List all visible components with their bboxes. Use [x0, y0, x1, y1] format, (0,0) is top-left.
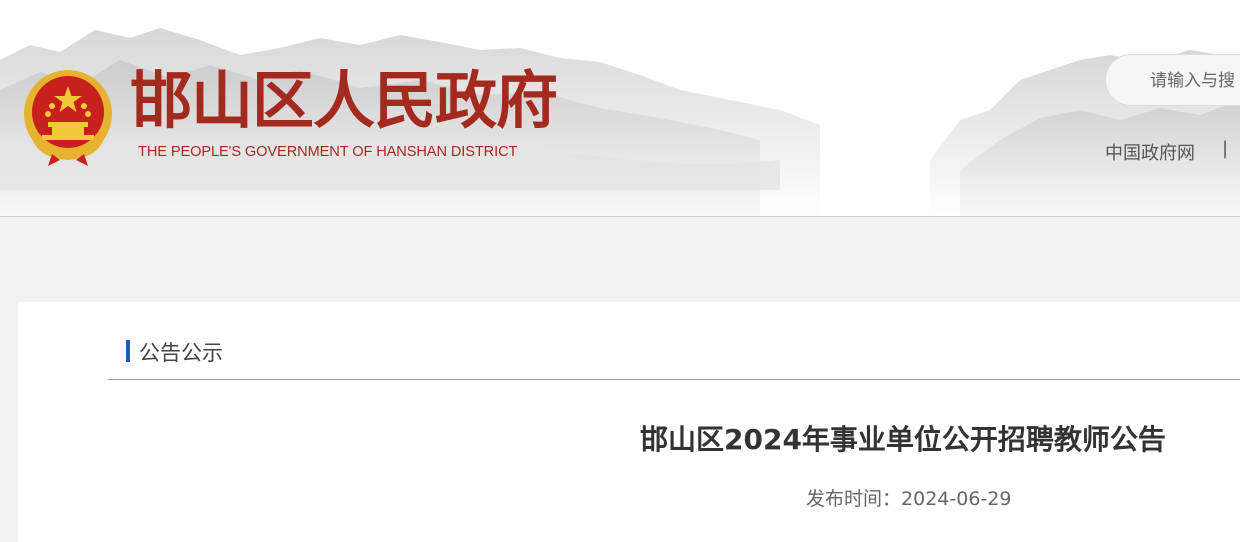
section-divider [108, 379, 1240, 380]
publish-info: 发布时间：2024-06-29 [806, 484, 1011, 511]
section-title[interactable]: 公告公示 [139, 337, 223, 367]
search-input[interactable] [1150, 68, 1240, 94]
link-separator: | [1222, 138, 1229, 159]
site-title: 邯山区人民政府 [130, 64, 558, 137]
header-divider [0, 216, 1240, 217]
gov-portal-link[interactable]: 中国政府网 [1105, 139, 1195, 165]
site-header: 邯山区人民政府 THE PEOPLE'S GOVERNMENT OF HANSH… [0, 0, 1240, 217]
section-accent-bar [126, 340, 130, 362]
site-subtitle: THE PEOPLE'S GOVERNMENT OF HANSHAN DISTR… [138, 144, 518, 160]
publish-label: 发布时间： [806, 488, 902, 510]
article-title: 邯山区2024年事业单位公开招聘教师公告 [640, 423, 1166, 456]
national-emblem-icon [24, 70, 112, 166]
publish-date: 2024-06-29 [901, 488, 1012, 510]
search-box[interactable] [1105, 54, 1240, 106]
